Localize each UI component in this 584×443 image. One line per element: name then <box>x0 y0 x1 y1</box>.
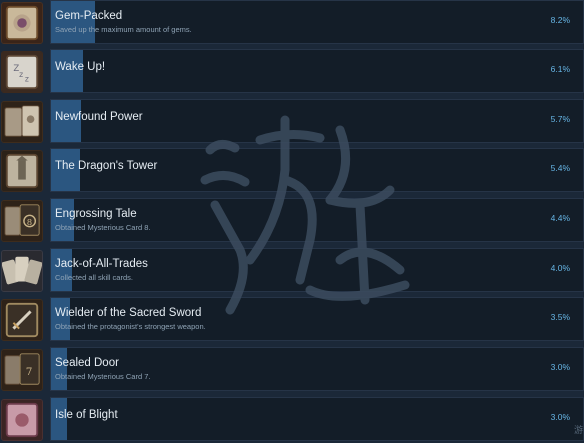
sword-card-icon <box>1 299 43 341</box>
card-seven-icon: 7 <box>1 349 43 391</box>
achievement-row[interactable]: The Dragon's Tower 5.4% <box>0 148 584 194</box>
achievement-title: The Dragon's Tower <box>55 160 158 172</box>
achievement-title: Wake Up! <box>55 61 106 73</box>
progress-fill <box>51 348 67 390</box>
achievement-title: Jack-of-All-Trades <box>55 258 148 270</box>
achievement-row[interactable]: Gem-Packed Saved up the maximum amount o… <box>0 0 584 46</box>
achievement-description: Obtained Mysterious Card 8. <box>55 223 151 232</box>
achievement-row[interactable]: 8 Engrossing Tale Obtained Mysterious Ca… <box>0 198 584 244</box>
svg-text:7: 7 <box>26 366 33 378</box>
achievement-description: Saved up the maximum amount of gems. <box>55 25 192 34</box>
unlock-percent: 3.0% <box>550 412 570 422</box>
achievement-description: Obtained the protagonist's strongest wea… <box>55 322 206 331</box>
achievement-title: Newfound Power <box>55 111 143 123</box>
unlock-percent: 5.4% <box>550 163 570 173</box>
achievement-row[interactable]: Jack-of-All-Trades Collected all skill c… <box>0 248 584 294</box>
achievement-row[interactable]: 7 Sealed Door Obtained Mysterious Card 7… <box>0 347 584 393</box>
unlock-percent: 3.0% <box>550 362 570 372</box>
progress-fill <box>51 199 75 241</box>
progress-bar: Jack-of-All-Trades Collected all skill c… <box>50 248 584 292</box>
progress-fill <box>51 1 95 43</box>
svg-text:z: z <box>25 75 29 84</box>
tower-card-icon <box>1 150 43 192</box>
progress-bar: The Dragon's Tower 5.4% <box>50 148 584 192</box>
achievement-row[interactable]: Isle of Blight 3.0% <box>0 397 584 443</box>
card-eight-icon: 8 <box>1 200 43 242</box>
achievement-title: Wielder of the Sacred Sword <box>55 307 202 319</box>
unlock-percent: 4.0% <box>550 263 570 273</box>
progress-bar: Wake Up! 6.1% <box>50 49 584 93</box>
corner-watermark: 游 <box>573 425 583 435</box>
progress-bar: Isle of Blight 3.0% <box>50 397 584 441</box>
unlock-percent: 4.4% <box>550 213 570 223</box>
achievement-title: Gem-Packed <box>55 10 123 22</box>
card-fan-icon <box>1 250 43 292</box>
progress-bar: Gem-Packed Saved up the maximum amount o… <box>50 0 584 44</box>
unlock-percent: 5.7% <box>550 114 570 124</box>
sleeping-zzz-icon: Zzz <box>1 51 43 93</box>
svg-text:8: 8 <box>27 218 32 228</box>
achievement-row[interactable]: Zzz Wake Up! 6.1% <box>0 49 584 95</box>
unlock-percent: 3.5% <box>550 312 570 322</box>
progress-bar: Sealed Door Obtained Mysterious Card 7. … <box>50 347 584 391</box>
achievement-description: Collected all skill cards. <box>55 273 133 282</box>
achievement-row[interactable]: Wielder of the Sacred Sword Obtained the… <box>0 297 584 343</box>
unlock-percent: 6.1% <box>550 64 570 74</box>
progress-fill <box>51 298 70 340</box>
unlock-percent: 8.2% <box>550 15 570 25</box>
progress-fill <box>51 249 73 291</box>
achievement-row[interactable]: Newfound Power 5.7% <box>0 99 584 145</box>
progress-bar: Engrossing Tale Obtained Mysterious Card… <box>50 198 584 242</box>
progress-bar: Wielder of the Sacred Sword Obtained the… <box>50 297 584 341</box>
progress-bar: Newfound Power 5.7% <box>50 99 584 143</box>
jewel-card-icon <box>1 2 43 44</box>
achievement-title: Isle of Blight <box>55 409 118 421</box>
achievement-title: Engrossing Tale <box>55 208 137 220</box>
achievement-title: Sealed Door <box>55 357 119 369</box>
achievement-description: Obtained Mysterious Card 7. <box>55 372 151 381</box>
svg-text:z: z <box>19 70 23 79</box>
skill-cards-icon <box>1 101 43 143</box>
blight-card-icon <box>1 399 43 441</box>
